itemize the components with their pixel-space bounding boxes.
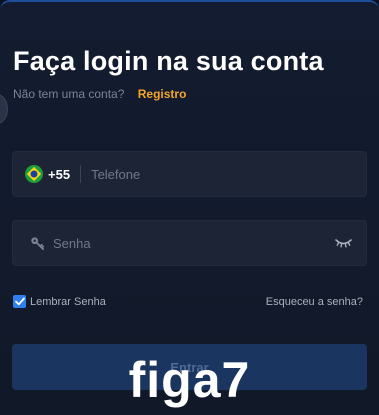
login-modal: Faça login na sua conta Não tem uma cont… — [0, 0, 379, 415]
phone-input[interactable] — [91, 152, 366, 196]
side-handle[interactable] — [0, 94, 8, 124]
check-icon — [14, 297, 25, 306]
password-field — [12, 220, 367, 266]
remember-password[interactable]: Lembrar Senha — [13, 295, 106, 308]
register-prompt: Não tem uma conta? Registro — [13, 87, 186, 101]
key-icon — [29, 235, 45, 251]
field-divider — [80, 165, 82, 183]
password-input[interactable] — [53, 221, 334, 265]
remember-label: Lembrar Senha — [30, 295, 106, 308]
brazil-flag-icon[interactable] — [25, 165, 43, 183]
register-link[interactable]: Registro — [138, 87, 187, 101]
phone-field: +55 — [12, 151, 367, 197]
login-button[interactable]: Entrar — [12, 344, 367, 390]
country-code[interactable]: +55 — [48, 167, 70, 182]
page-title: Faça login na sua conta — [13, 46, 324, 76]
forgot-password-link[interactable]: Esqueceu a senha? — [266, 296, 363, 308]
no-account-text: Não tem uma conta? — [13, 87, 125, 101]
remember-checkbox[interactable] — [13, 295, 26, 308]
eye-closed-icon[interactable] — [334, 237, 352, 249]
